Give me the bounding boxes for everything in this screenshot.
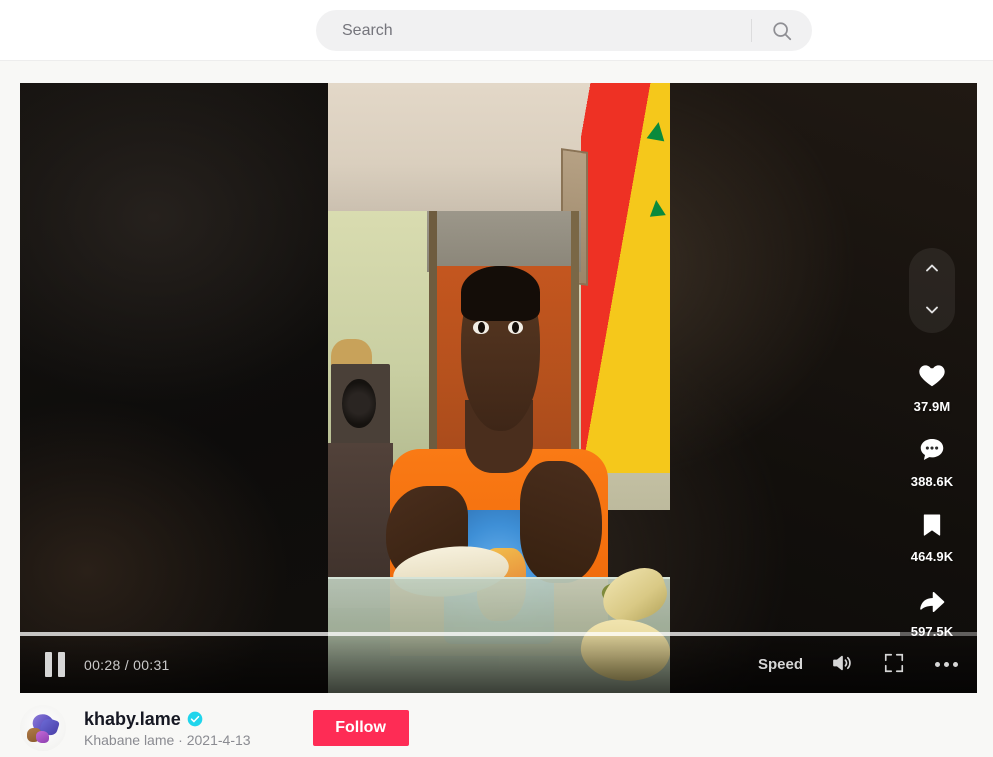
favorite-count: 464.9K: [910, 549, 954, 564]
share-icon: [910, 578, 954, 622]
flag-star-lower: [648, 199, 666, 217]
author-bar: khaby.lame Khabane lame · 2021-4-13 Foll…: [20, 699, 977, 757]
speed-button[interactable]: Speed: [758, 656, 803, 673]
author-info: khaby.lame Khabane lame · 2021-4-13: [84, 709, 251, 748]
previous-video-button[interactable]: [912, 251, 952, 287]
heart-icon: [910, 353, 954, 397]
video-frame[interactable]: [328, 83, 670, 693]
scene-eye-left: [473, 320, 489, 335]
chevron-up-icon: [922, 258, 942, 281]
verified-badge-icon: [187, 711, 203, 727]
search-button[interactable]: [752, 10, 812, 51]
more-options-button[interactable]: [933, 652, 959, 678]
top-header: [0, 0, 993, 61]
scene-arm-right: [519, 461, 602, 584]
player-control-bar: 00:28 / 00:31 Speed: [20, 636, 977, 693]
action-rail: 37.9M 388.6K 464.9K 597.5K: [901, 248, 963, 653]
scene-senegal-flag: [581, 83, 670, 474]
time-display: 00:28 / 00:31: [84, 656, 170, 673]
like-button[interactable]: 37.9M: [910, 353, 954, 414]
flag-star-upper: [646, 120, 667, 142]
search-icon: [771, 20, 793, 42]
share-button[interactable]: 597.5K: [910, 578, 954, 639]
next-video-button[interactable]: [912, 294, 952, 330]
pause-icon: [45, 652, 65, 677]
author-unique-id[interactable]: khaby.lame: [84, 709, 181, 730]
scene-door-header: [427, 211, 582, 273]
avatar-shape-4: [35, 730, 49, 743]
like-count: 37.9M: [913, 399, 951, 414]
search-bar[interactable]: [316, 10, 812, 51]
fullscreen-icon: [883, 652, 905, 677]
fullscreen-button[interactable]: [881, 652, 907, 678]
comment-icon: [910, 428, 954, 472]
bookmark-icon: [910, 503, 954, 547]
chevron-down-icon: [922, 300, 942, 323]
video-nav-pill: [909, 248, 955, 333]
comment-count: 388.6K: [910, 474, 954, 489]
favorite-button[interactable]: 464.9K: [910, 503, 954, 564]
more-options-icon: [934, 662, 958, 667]
author-name-row: khaby.lame: [84, 709, 251, 730]
pause-button[interactable]: [42, 652, 68, 678]
follow-button[interactable]: Follow: [312, 710, 409, 746]
scene-hair: [461, 266, 541, 321]
volume-button[interactable]: [829, 652, 855, 678]
video-player[interactable]: 37.9M 388.6K 464.9K 597.5K 00:28 / 00:31…: [20, 83, 977, 693]
author-meta: Khabane lame · 2021-4-13: [84, 731, 251, 748]
comment-button[interactable]: 388.6K: [910, 428, 954, 489]
avatar[interactable]: [20, 705, 66, 751]
volume-on-icon: [830, 651, 854, 678]
control-bar-right-group: Speed: [758, 652, 959, 678]
search-input[interactable]: [316, 21, 751, 40]
scene-speaker: [331, 363, 390, 449]
